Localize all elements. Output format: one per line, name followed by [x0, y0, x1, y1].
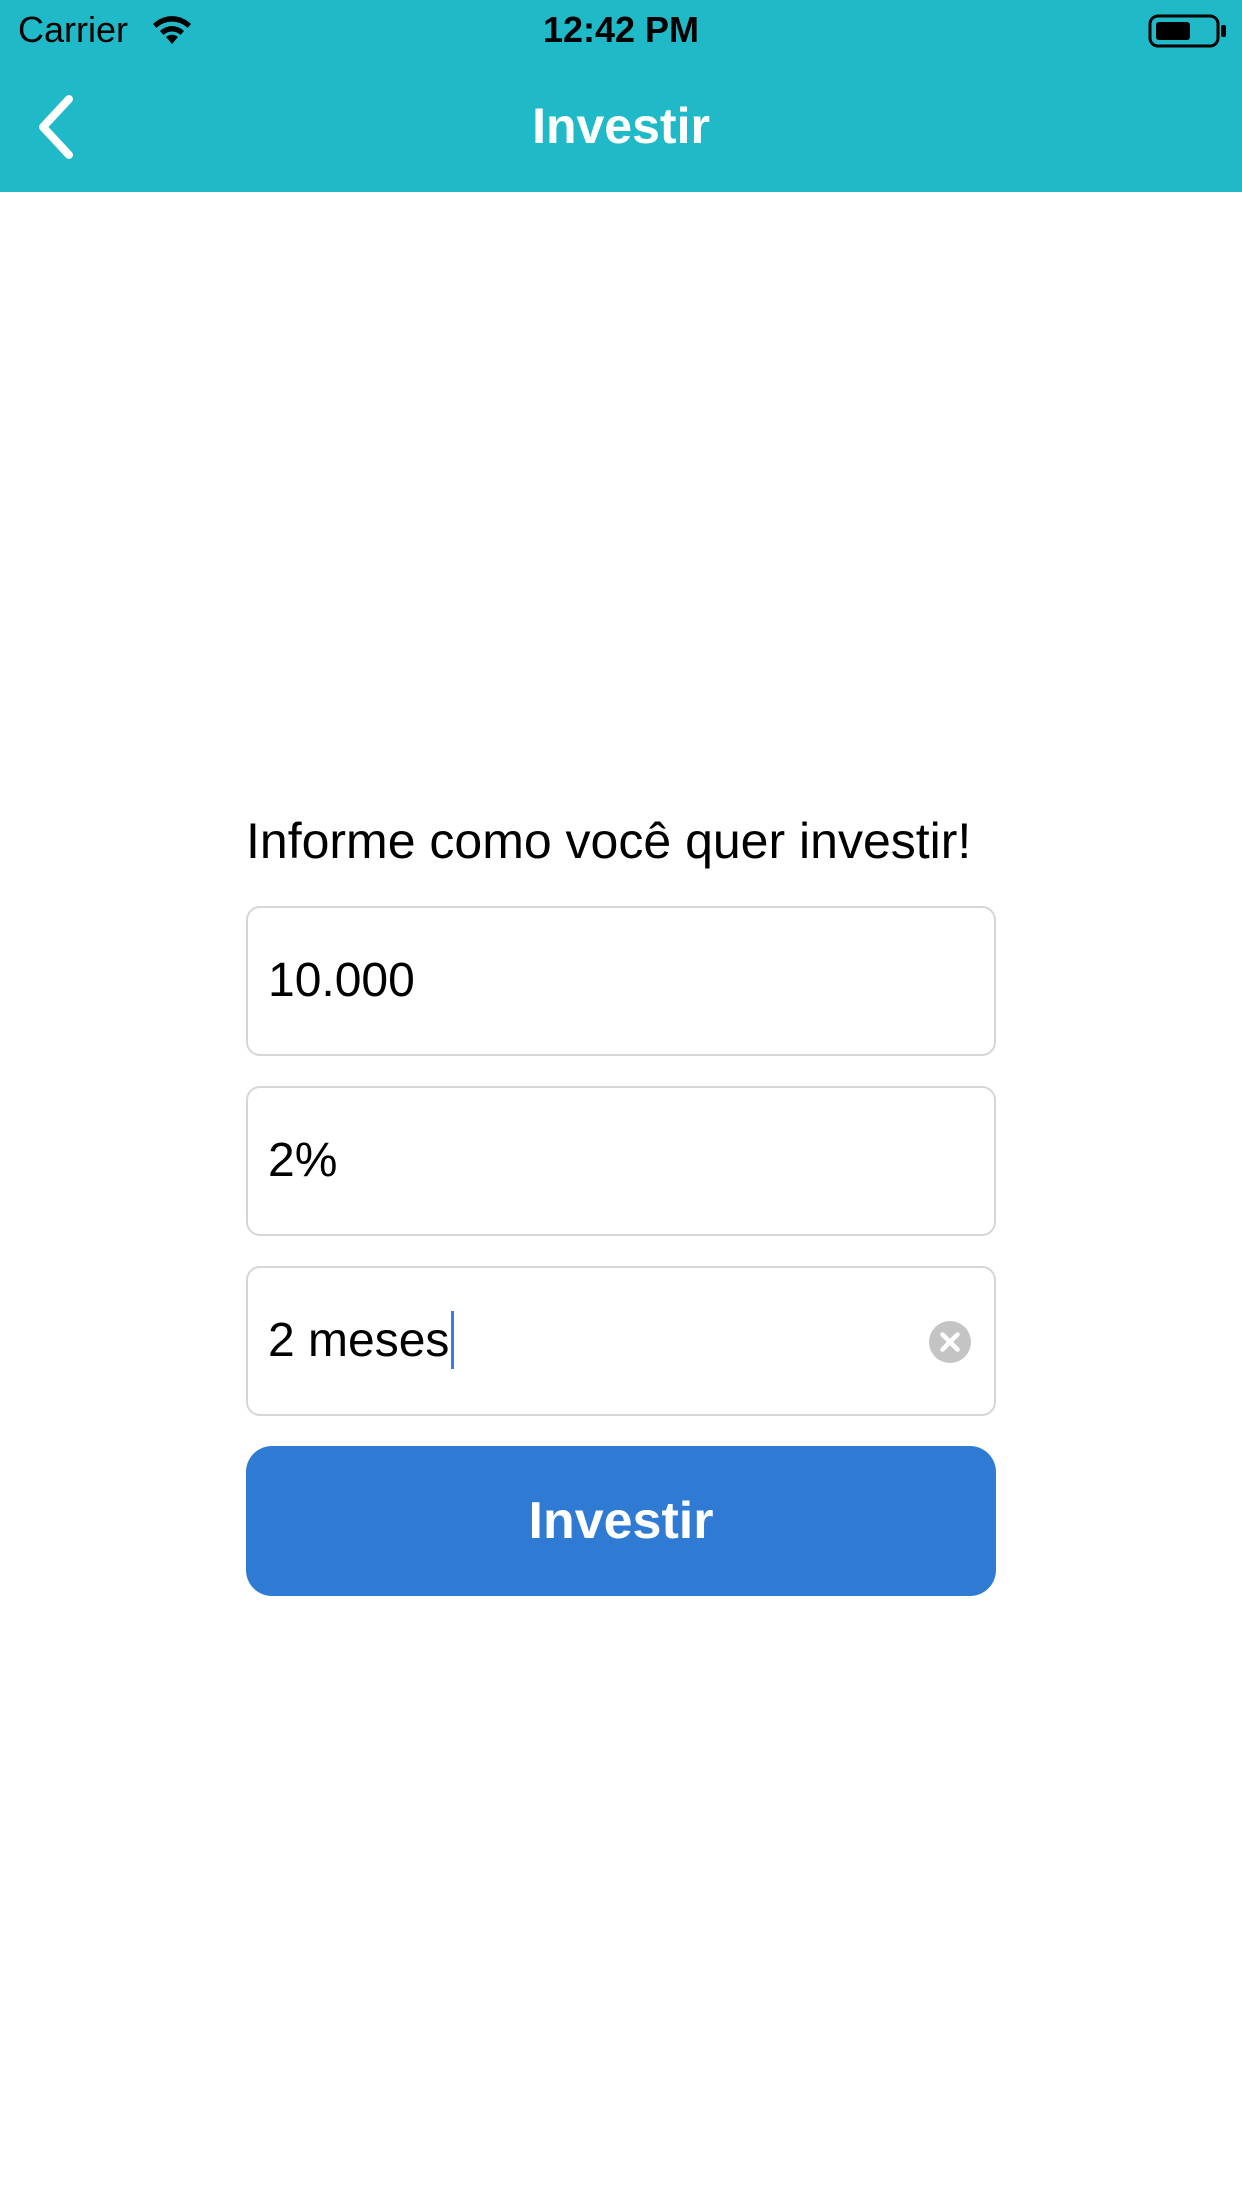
- status-bar: Carrier 12:42 PM: [0, 0, 1242, 60]
- chevron-left-icon: [39, 95, 73, 159]
- page-title: Investir: [532, 98, 710, 154]
- text-caret: [451, 1311, 455, 1370]
- period-value-wrap: 2 meses: [268, 1268, 455, 1414]
- battery-icon: [1148, 14, 1226, 48]
- invest-form: Informe como você quer investir! 10.000 …: [246, 806, 996, 1596]
- rate-field[interactable]: 2%: [246, 1086, 996, 1236]
- back-button[interactable]: [24, 90, 88, 164]
- navigation-bar: Investir: [0, 60, 1242, 192]
- period-field[interactable]: 2 meses: [246, 1266, 996, 1416]
- rate-value: 2%: [268, 1134, 338, 1187]
- amount-field[interactable]: 10.000: [246, 906, 996, 1056]
- form-prompt: Informe como você quer investir!: [246, 813, 972, 869]
- status-time: 12:42 PM: [542, 9, 700, 50]
- period-value: 2 meses: [268, 1314, 450, 1367]
- invest-button[interactable]: Investir: [246, 1446, 996, 1596]
- app-header: Carrier 12:42 PM Investir: [0, 0, 1242, 192]
- amount-value: 10.000: [268, 954, 415, 1007]
- clear-circle-icon[interactable]: [928, 1320, 972, 1364]
